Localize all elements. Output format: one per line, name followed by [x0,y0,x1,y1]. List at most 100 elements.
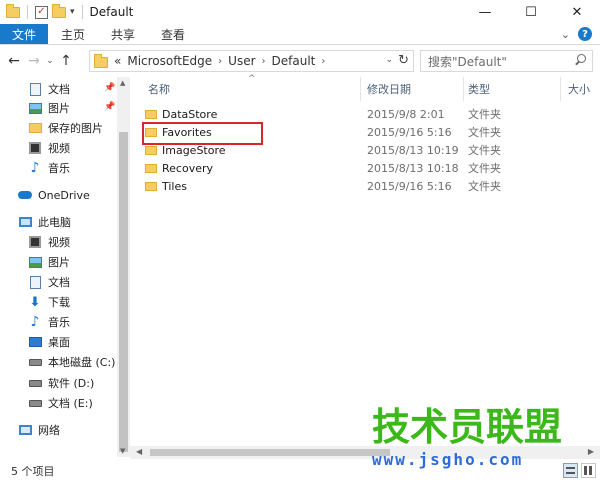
folder-icon [94,54,108,68]
sidebar-scrollbar[interactable]: ▲ ▼ [117,77,130,457]
sidebar-item-pc-music[interactable]: ♪ 音乐 [28,312,70,332]
chevron-down-icon[interactable]: ⌄ [561,28,570,41]
column-header-type[interactable]: 类型 [468,77,490,101]
column-header-name[interactable]: 名称 [148,77,170,101]
folder-icon [145,109,157,119]
address-dropdown-icon[interactable]: ⌄ [385,55,393,65]
large-icons-view-button[interactable] [581,463,596,478]
search-icon [574,54,586,66]
documents-icon [28,275,42,289]
forward-arrow-icon[interactable]: → [24,53,44,69]
sidebar-item-pc-desktop[interactable]: 桌面 [28,332,70,352]
minimize-button[interactable]: — [462,0,508,24]
chevron-right-icon[interactable]: › [262,56,266,67]
scroll-down-icon[interactable]: ▼ [120,447,125,455]
properties-icon[interactable]: ✓ [35,5,48,19]
sidebar-item-label: 音乐 [48,162,70,175]
sidebar-item-documents[interactable]: 文档 [28,79,70,99]
sidebar-item-pc-documents[interactable]: 文档 [28,272,70,292]
file-type: 文件夹 [468,126,501,139]
breadcrumb-user[interactable]: User [228,54,255,68]
sidebar-item-saved-pictures[interactable]: 保存的图片 [28,118,103,138]
window-controls: — ☐ ✕ [462,0,600,24]
details-view-icon [566,467,575,474]
breadcrumb-microsoftedge[interactable]: MicrosoftEdge [127,54,212,68]
tab-home[interactable]: 主页 [48,24,98,44]
sort-ascending-icon: ^ [248,74,256,84]
sidebar-item-videos[interactable]: 视频 [28,138,70,158]
drive-icon [28,377,42,390]
tab-view[interactable]: 查看 [148,24,198,44]
new-folder-icon[interactable] [52,3,66,18]
file-modified: 2015/8/13 10:18 [367,161,459,175]
onedrive-icon [18,189,32,202]
network-icon [18,424,32,437]
sidebar-scroll-thumb[interactable] [119,132,128,452]
file-type: 文件夹 [468,144,501,157]
folder-icon [28,122,42,135]
tab-share[interactable]: 共享 [98,24,148,44]
chevron-right-icon[interactable]: › [218,56,222,67]
sidebar-item-pc-pictures[interactable]: 图片 [28,252,70,272]
folder-icon [145,163,157,173]
file-type: 文件夹 [468,108,501,121]
help-icon[interactable]: ? [578,27,592,41]
path-overflow[interactable]: « [114,54,121,68]
chevron-right-icon[interactable]: › [321,56,325,67]
scroll-left-icon[interactable]: ◀ [136,447,142,456]
sidebar-item-label: 图片 [48,256,70,269]
sidebar-item-onedrive[interactable]: OneDrive [18,185,90,205]
column-divider[interactable] [560,77,561,101]
sidebar-item-drive-d[interactable]: 软件 (D:) [28,373,94,393]
watermark: 技术员联盟 www.jsgho.com [372,408,562,478]
music-icon: ♪ [30,314,40,330]
column-header-modified[interactable]: 修改日期 [367,77,411,101]
scroll-up-icon[interactable]: ▲ [120,79,125,87]
recent-locations-icon[interactable]: ⌄ [44,56,56,66]
toolbar-divider [81,5,83,19]
table-row[interactable]: DataStore [145,105,217,123]
tab-file[interactable]: 文件 [0,24,49,44]
maximize-button[interactable]: ☐ [508,0,554,24]
sidebar-item-label: 软件 (D:) [48,377,95,390]
folder-icon [145,181,157,191]
file-list: ^ 名称 修改日期 类型 大小 DataStore 2015/9/8 2:01 … [130,74,600,457]
sidebar-item-drive-e[interactable]: 文档 (E:) [28,393,93,413]
sidebar-item-label: 文档 [48,276,70,289]
sidebar-item-this-pc[interactable]: 此电脑 [18,212,71,232]
up-arrow-icon[interactable]: ↑ [56,53,76,69]
highlight-annotation [142,122,263,145]
sidebar-item-network[interactable]: 网络 [18,420,60,440]
sidebar-item-label: 文档 (E:) [48,397,93,410]
column-divider[interactable] [360,77,361,101]
refresh-icon[interactable]: ↻ [398,53,409,68]
customize-toolbar-icon[interactable]: ▾ [70,7,75,17]
address-bar[interactable]: « MicrosoftEdge › User › Default › ⌄ ↻ [89,50,414,72]
quick-access-toolbar: ✓ ▾ [0,3,86,19]
navigation-bar: ← → ⌄ ↑ « MicrosoftEdge › User › Default… [0,45,600,77]
view-toggle [563,463,596,478]
search-placeholder[interactable]: 搜索"Default" [428,53,507,70]
column-header-size[interactable]: 大小 [568,77,590,101]
documents-icon [28,82,42,96]
sidebar-item-label: 图片 [48,102,70,115]
column-divider[interactable] [463,77,464,101]
search-box[interactable]: 搜索"Default" [420,50,593,72]
sidebar-item-music[interactable]: ♪ 音乐 [28,158,70,178]
details-view-button[interactable] [563,463,578,478]
title-bar: ✓ ▾ Default — ☐ ✕ [0,0,600,24]
breadcrumb-default[interactable]: Default [272,54,316,68]
sidebar-item-pc-downloads[interactable]: ⬇ 下载 [28,292,70,312]
scroll-right-icon[interactable]: ▶ [588,447,594,456]
sidebar-item-pictures[interactable]: 图片 [28,98,70,118]
window-title: Default [89,5,134,19]
horizontal-scroll-thumb[interactable] [150,449,390,456]
sidebar-item-pc-videos[interactable]: 视频 [28,232,70,252]
toolbar-divider [27,5,28,19]
table-row[interactable]: Tiles [145,177,187,195]
sidebar-item-drive-c[interactable]: 本地磁盘 (C:) [28,352,115,372]
table-row[interactable]: Recovery [145,159,213,177]
close-button[interactable]: ✕ [554,0,600,24]
desktop-icon [28,336,42,349]
back-arrow-icon[interactable]: ← [4,53,24,69]
